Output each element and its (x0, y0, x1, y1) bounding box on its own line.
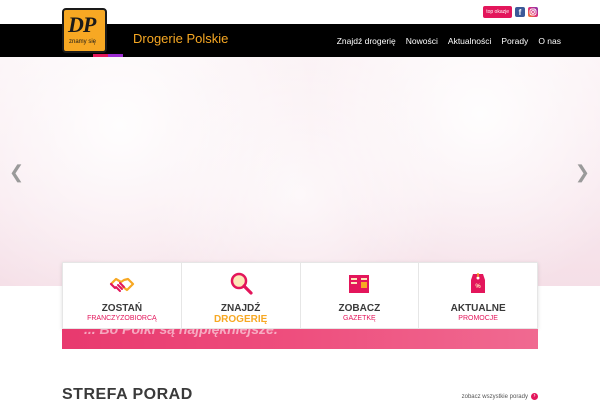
slider-prev-arrow-icon[interactable]: ❮ (9, 162, 24, 183)
arrow-right-icon: › (531, 393, 538, 400)
nav-about[interactable]: O nas (538, 36, 561, 46)
tile-leaflet[interactable]: ZOBACZ GAZETKĘ (301, 263, 420, 328)
magnifier-icon (230, 272, 253, 295)
instagram-icon[interactable] (528, 7, 538, 17)
nav-news[interactable]: Aktualności (448, 36, 491, 46)
top-links: top okazje f (483, 6, 538, 18)
tile-find-sub: DROGERIĘ (213, 314, 268, 325)
tile-promotions[interactable]: % AKTUALNE PROMOCJE (419, 263, 537, 328)
tile-find-store[interactable]: ZNAJDŹ DROGERIĘ (182, 263, 301, 328)
leaflet-icon (349, 275, 370, 293)
logo-text: DP (68, 12, 96, 37)
tile-franchise[interactable]: ZOSTAŃ FRANCZYZOBIORCĄ (63, 263, 182, 328)
logo-tagline: znamy się (69, 39, 97, 45)
top-offers-badge[interactable]: top okazje (483, 6, 512, 18)
instagram-glyph (529, 8, 537, 16)
feature-tiles: ZOSTAŃ FRANCZYZOBIORCĄ ZNAJDŹ DROGERIĘ Z… (62, 262, 538, 329)
logo-square: DP znamy się (62, 8, 107, 53)
facebook-icon[interactable]: f (515, 7, 525, 17)
nav-advice[interactable]: Porady (501, 36, 528, 46)
tile-leaflet-title: ZOBACZ (338, 303, 381, 314)
tile-promo-title: AKTUALNE (450, 303, 506, 314)
banner-slogan: ... Bo Polki są najpiękniejsze. (84, 329, 278, 337)
hero-slider (0, 57, 600, 286)
main-nav: Znajdź drogerię Nowości Aktualności Pora… (337, 24, 600, 57)
see-all-advice-link[interactable]: zobacz wszystkie porady › (462, 393, 538, 400)
tile-leaflet-sub: GAZETKĘ (343, 315, 376, 322)
nav-find-store[interactable]: Znajdź drogerię (337, 36, 396, 46)
section-title: STREFA PORAD (62, 386, 193, 400)
slider-next-arrow-icon[interactable]: ❯ (575, 162, 590, 183)
see-all-label: zobacz wszystkie porady (461, 393, 528, 400)
page: top okazje f DP znamy się Drogerie Polsk… (0, 0, 600, 400)
tile-franchise-sub: FRANCZYZOBIORCĄ (87, 315, 157, 322)
handshake-icon (109, 277, 134, 292)
brand-name[interactable]: Drogerie Polskie (133, 31, 228, 46)
pink-banner: ... Bo Polki są najpiękniejsze. (62, 329, 538, 349)
tile-find-title: ZNAJDŹ (220, 303, 261, 314)
tile-promo-sub: PROMOCJE (458, 315, 498, 322)
tile-franchise-title: ZOSTAŃ (101, 303, 143, 314)
nav-new[interactable]: Nowości (406, 36, 438, 46)
svg-text:%: % (475, 284, 481, 290)
price-tag-icon: % (471, 273, 486, 293)
